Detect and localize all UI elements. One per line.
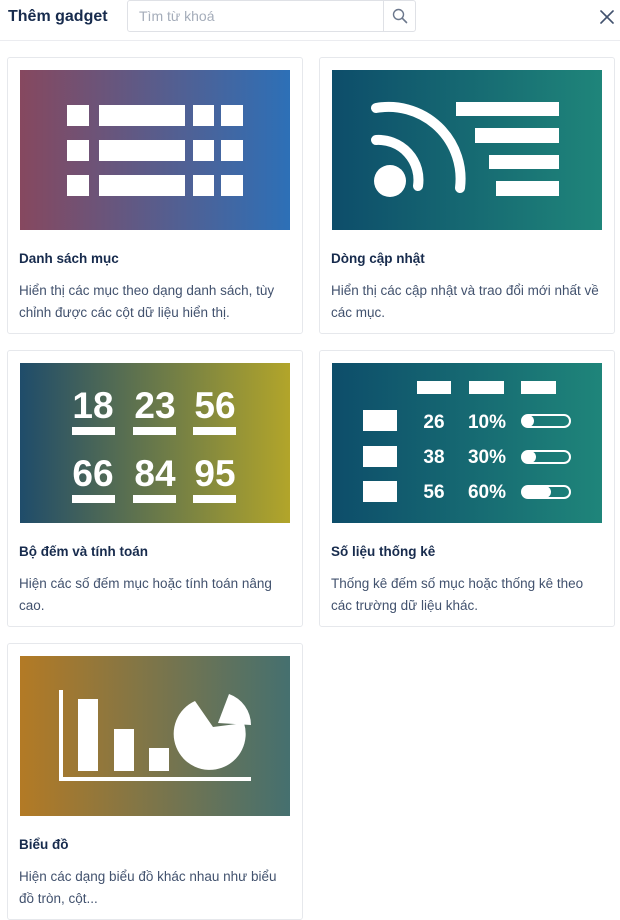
stat-count: 56	[423, 482, 444, 503]
statistics-thumbnail: 26 10% 38 30% 56 60%	[332, 363, 602, 523]
progress-fill	[522, 415, 534, 427]
item-list-thumbnail	[20, 70, 290, 230]
counter-value: 95	[194, 453, 235, 494]
gadget-card-counter[interactable]: 18 23 56 66 84 95 Bộ đếm và tính toán Hi…	[7, 350, 303, 627]
close-icon	[600, 10, 614, 24]
gadget-name: Biểu đồ	[19, 837, 69, 852]
stat-percent: 10%	[468, 412, 506, 433]
gadget-description: Thống kê đếm số mục hoặc thống kê theo c…	[331, 576, 584, 613]
search-input[interactable]	[128, 1, 385, 31]
gadget-card-statistics[interactable]: 26 10% 38 30% 56 60% Số liệu thống kê Th…	[319, 350, 615, 627]
gadget-card-chart[interactable]: Biểu đồ Hiện các dạng biểu đồ khác nhau …	[7, 643, 303, 920]
counter-value: 23	[134, 385, 175, 426]
gadget-description: Hiển thị các mục theo dạng danh sách, tù…	[19, 283, 275, 320]
progress-fill	[522, 451, 536, 463]
counter-value: 56	[194, 385, 235, 426]
dialog-title: Thêm gadget	[8, 8, 108, 25]
stat-percent: 60%	[468, 482, 506, 503]
gadget-card-item-list[interactable]: Danh sách mục Hiển thị các mục theo dạng…	[7, 57, 303, 334]
search-icon	[392, 8, 407, 24]
gadget-name: Dòng cập nhật	[331, 251, 425, 266]
counter-value: 84	[134, 453, 176, 494]
gadget-name: Số liệu thống kê	[331, 544, 436, 559]
gadget-description: Hiện các dạng biểu đồ khác nhau như biểu…	[19, 869, 277, 906]
gadget-name: Danh sách mục	[19, 251, 119, 266]
chart-thumbnail	[20, 656, 290, 816]
gadget-name: Bộ đếm và tính toán	[19, 544, 149, 559]
counter-thumbnail: 18 23 56 66 84 95	[20, 363, 290, 523]
activity-stream-thumbnail	[332, 70, 602, 230]
search-box	[127, 0, 416, 32]
dialog-header: Thêm gadget	[0, 0, 620, 41]
stats-row-labels	[363, 410, 397, 502]
stat-percent: 30%	[468, 447, 506, 468]
stat-count: 38	[423, 447, 444, 468]
progress-fill	[522, 486, 551, 498]
counter-value: 18	[72, 385, 113, 426]
stat-count: 26	[423, 412, 444, 433]
search-button[interactable]	[383, 1, 415, 31]
gadget-description: Hiện các số đếm mục hoặc tính toán nâng …	[19, 576, 272, 613]
counter-value: 66	[72, 453, 113, 494]
gadget-description: Hiển thị các cập nhật và trao đổi mới nh…	[331, 283, 599, 320]
close-button[interactable]	[597, 7, 617, 27]
stats-header-blocks	[417, 381, 556, 394]
gadget-card-activity-stream[interactable]: Dòng cập nhật Hiển thị các cập nhật và t…	[319, 57, 615, 334]
